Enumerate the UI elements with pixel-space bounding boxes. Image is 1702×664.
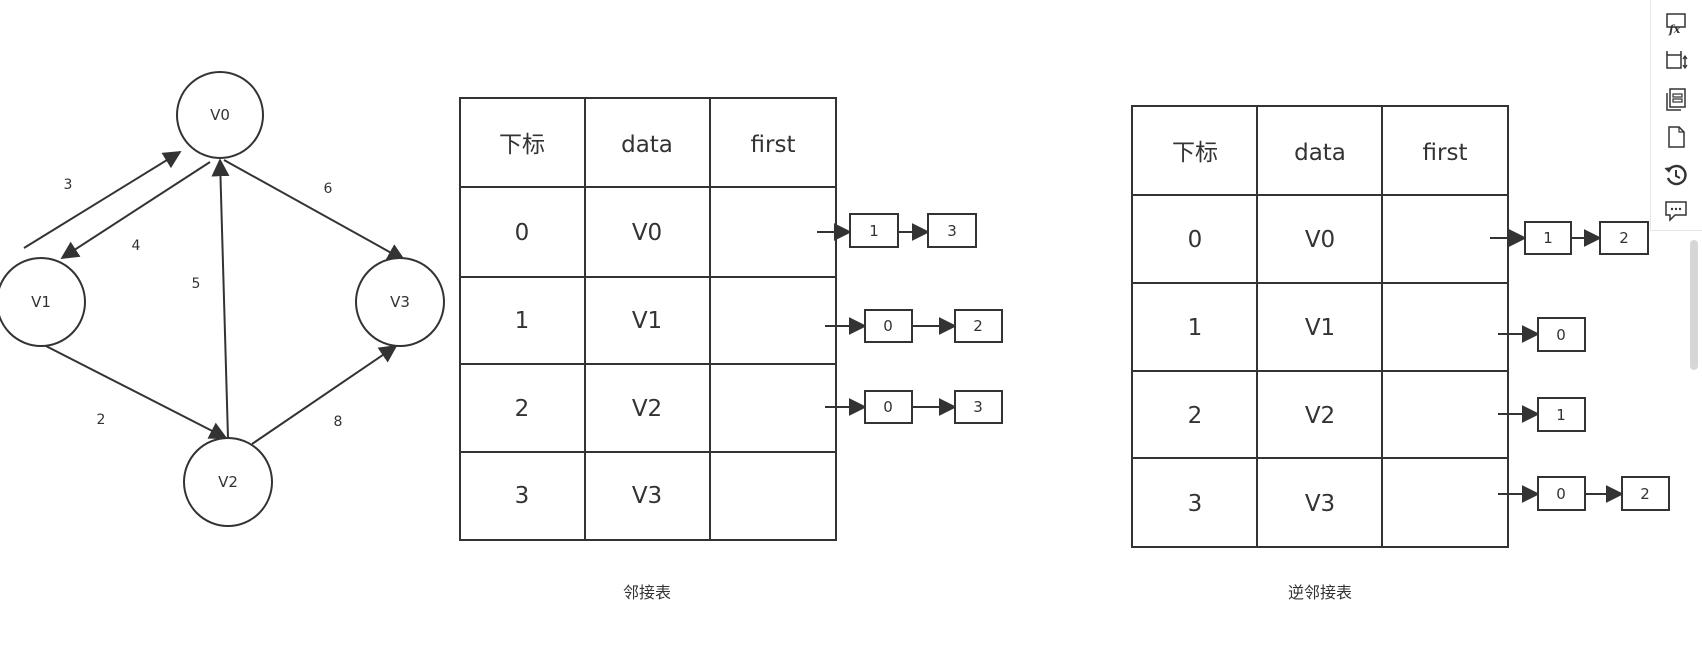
node-v2: V2 [183,437,273,527]
inv-node: 2 [1621,476,1670,511]
row-data: V2 [632,396,662,422]
edge-label: 5 [192,276,201,292]
adj-node-value: 3 [973,398,983,416]
edge-label: 6 [324,181,333,197]
header-data: data [621,132,673,158]
inverse-caption: 逆邻接表 [1288,583,1352,602]
edge-v1-v2 [41,343,228,439]
row-data: V0 [1305,227,1335,253]
pages-icon[interactable] [1663,86,1689,112]
edge-label: 4 [132,238,141,254]
adj-node: 0 [864,309,913,343]
adj-node: 3 [927,213,977,248]
inv-node-value: 1 [1556,406,1566,424]
inv-node-value: 2 [1640,485,1650,503]
inv-node-value: 1 [1543,229,1553,247]
edge-v2-v3 [251,344,398,445]
node-label: V2 [218,473,238,491]
adj-node-value: 2 [973,317,983,335]
row-data: V3 [1305,491,1335,517]
header-data: data [1294,140,1346,166]
inv-node: 0 [1537,476,1586,511]
inv-node: 1 [1537,397,1586,432]
row-data: V1 [632,308,662,334]
node-v0: V0 [176,71,264,159]
svg-text:fx: fx [1668,23,1681,36]
inv-node: 2 [1599,221,1649,255]
adj-node-value: 0 [883,398,893,416]
adj-node-value: 3 [947,222,957,240]
comment-icon[interactable] [1663,198,1689,224]
edge-v2-v0 [211,158,230,439]
graph-nodes: V0 V1 V2 V3 [0,71,445,527]
row-data: V1 [1305,315,1335,341]
node-label: V3 [390,293,410,311]
row-index: 1 [515,308,530,334]
row-index: 0 [515,220,530,246]
row-data: V0 [632,220,662,246]
adj-node: 3 [954,390,1003,424]
inv-node-value: 0 [1556,326,1566,344]
header-index: 下标 [1172,140,1218,166]
node-v3: V3 [355,257,445,347]
document-icon[interactable] [1663,124,1689,150]
node-label: V0 [210,106,230,124]
adj-node-value: 0 [883,317,893,335]
edge-labels: 3 4 5 6 2 8 [64,177,343,430]
formula-icon[interactable]: fx [1663,10,1689,36]
row-index: 2 [515,396,530,422]
crop-icon[interactable] [1663,48,1689,74]
edge-label: 3 [64,177,73,193]
inverse-adjacency-table: 下标 data first 0 V0 1 V1 2 V2 3 V3 1 2 0 [1131,105,1670,602]
row-index: 3 [515,483,530,509]
edge-v1-v0 [23,151,182,249]
adj-node: 1 [849,213,899,248]
row-index: 0 [1188,227,1203,253]
inv-node: 1 [1524,221,1572,255]
row-index: 1 [1188,315,1203,341]
edge-label: 8 [334,414,343,430]
header-index: 下标 [499,132,545,158]
inv-node-value: 0 [1556,485,1566,503]
node-v1: V1 [0,257,86,347]
history-icon[interactable] [1663,162,1689,188]
node-label: V1 [31,293,51,311]
row-data: V2 [1305,403,1335,429]
row-index: 2 [1188,403,1203,429]
edge-v0-v3 [223,159,406,261]
inv-list-arrows [1490,229,1624,503]
header-first: first [1423,140,1468,166]
inv-node: 0 [1537,317,1586,352]
adj-node: 0 [864,390,913,424]
row-index: 3 [1188,491,1203,517]
adj-node: 2 [954,309,1003,343]
row-data: V3 [632,483,662,509]
side-toolbar: fx [1650,0,1702,231]
header-first: first [751,132,796,158]
edge-label: 2 [97,412,106,428]
adjacency-table: 下标 data first 0 V0 1 V1 2 V2 3 V3 1 3 0 … [459,97,1003,602]
scrollbar-thumb[interactable] [1690,240,1698,370]
adj-node-value: 1 [869,222,879,240]
inv-node-value: 2 [1619,229,1629,247]
adjacency-caption: 邻接表 [623,583,671,602]
diagram-canvas: 3 4 5 6 2 8 V0 V1 V2 V3 下标 data first 0 … [0,71,1670,602]
